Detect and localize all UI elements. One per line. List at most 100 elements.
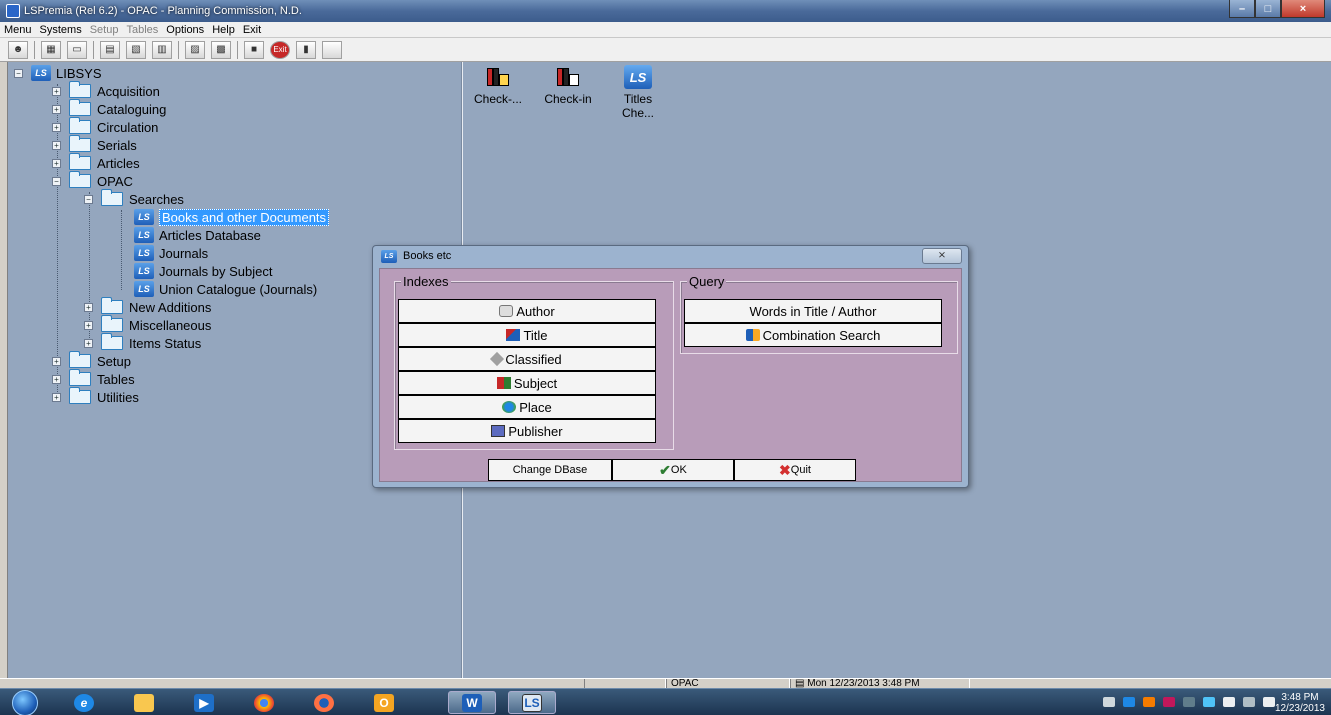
taskbar-clock[interactable]: 3:48 PM 12/23/2013 (1275, 692, 1325, 714)
ie-taskbar-button[interactable]: e (60, 691, 108, 714)
flag-icon[interactable] (1223, 697, 1235, 707)
network-icon[interactable] (1103, 697, 1115, 707)
expand-icon[interactable]: + (52, 104, 61, 114)
blank-icon[interactable] (322, 40, 342, 59)
tree-item-miscellaneous[interactable]: + Miscellaneous (84, 315, 212, 334)
expand-icon[interactable]: + (84, 338, 93, 348)
dialog-close-button[interactable]: ⨯ (922, 248, 962, 264)
start-button[interactable] (12, 690, 38, 715)
tree-item-serials[interactable]: + Serials (52, 135, 137, 154)
menu-item-help[interactable]: Help (212, 24, 235, 36)
expand-icon[interactable]: + (52, 374, 61, 384)
words-in-title-author-button[interactable]: Words in Title / Author (684, 299, 942, 323)
author-index-button[interactable]: Author (398, 299, 656, 323)
grid-icon[interactable]: ▦ (41, 40, 61, 59)
expand-icon[interactable]: + (84, 302, 93, 312)
expand-icon[interactable]: + (52, 356, 61, 366)
check-out-shortcut[interactable]: Check-... (466, 64, 530, 106)
folder-icon (69, 369, 91, 386)
tree-item-union-catalogue[interactable]: LS Union Catalogue (Journals) (134, 280, 317, 298)
tree-item-articles-database[interactable]: LS Articles Database (134, 226, 261, 244)
system-tray (1095, 697, 1275, 707)
quit-button[interactable]: ✖ Quit (734, 459, 856, 481)
tree-item-articles[interactable]: + Articles (52, 153, 140, 172)
arrange-icon[interactable]: ▩ (211, 40, 231, 59)
menu-item-tables[interactable]: Tables (126, 24, 158, 36)
subject-index-button[interactable]: Subject (398, 371, 656, 395)
ok-button[interactable]: ✔ OK (612, 459, 734, 481)
tree-item-journals[interactable]: LS Journals (134, 244, 208, 262)
place-index-button[interactable]: Place (398, 395, 656, 419)
expand-icon[interactable]: + (84, 320, 93, 330)
expand-icon[interactable]: + (52, 140, 61, 150)
expand-icon[interactable]: + (52, 158, 61, 168)
maximize-button[interactable]: □ (1255, 0, 1281, 18)
tree-line (121, 210, 122, 290)
outlook-taskbar-button[interactable]: O (360, 691, 408, 714)
tray-app-icon[interactable] (1143, 697, 1155, 707)
window-icon[interactable]: ▭ (67, 40, 87, 59)
check-out-icon (483, 64, 513, 90)
combination-icon (745, 329, 760, 341)
report-icon[interactable]: ▨ (185, 40, 205, 59)
media-taskbar-button[interactable]: ▶ (180, 691, 228, 714)
collapse-icon[interactable]: − (84, 194, 93, 204)
tree-item-acquisition[interactable]: + Acquisition (52, 81, 160, 100)
tile-icon[interactable]: ▤ (100, 40, 120, 59)
minimize-button[interactable]: – (1229, 0, 1255, 18)
publisher-index-button[interactable]: Publisher (398, 419, 656, 443)
firefox-taskbar-button[interactable] (300, 691, 348, 714)
folder-icon (69, 117, 91, 134)
tree-item-libsys[interactable]: − LS LIBSYS (14, 64, 102, 82)
word-taskbar-button[interactable]: W (448, 691, 496, 714)
change-dbase-button[interactable]: Change DBase (488, 459, 612, 481)
tray-app-icon[interactable] (1183, 697, 1195, 707)
expand-icon[interactable]: + (52, 122, 61, 132)
tree-label: Miscellaneous (129, 317, 212, 333)
expand-icon[interactable]: + (52, 86, 61, 96)
chrome-taskbar-button[interactable] (240, 691, 288, 714)
libsys-taskbar-button[interactable]: LS (508, 691, 556, 714)
tree-item-setup[interactable]: + Setup (52, 351, 131, 370)
title-index-button[interactable]: Title (398, 323, 656, 347)
titles-check-shortcut[interactable]: LS Titles Che... (606, 64, 670, 120)
menu-item-systems[interactable]: Systems (40, 24, 82, 36)
panel-icon[interactable]: ■ (244, 40, 264, 59)
tree-item-books-and-other-documents[interactable]: LS Books and other Documents (134, 208, 330, 226)
menu-item-menu[interactable]: Menu (4, 24, 32, 36)
tree-item-tables[interactable]: + Tables (52, 369, 135, 388)
tray-app-icon[interactable] (1123, 697, 1135, 707)
tree-item-circulation[interactable]: + Circulation (52, 117, 158, 136)
tray-app-icon[interactable] (1203, 697, 1215, 707)
check-in-shortcut[interactable]: Check-in (536, 64, 600, 106)
users-icon[interactable]: ☻ (8, 40, 28, 59)
tree-item-utilities[interactable]: + Utilities (52, 387, 139, 406)
books-icon[interactable]: ▮ (296, 40, 316, 59)
ie-icon: e (74, 693, 94, 712)
collapse-icon[interactable]: − (52, 176, 61, 186)
cascade-icon[interactable]: ▧ (126, 40, 146, 59)
tree-item-journals-by-subject[interactable]: LS Journals by Subject (134, 262, 272, 280)
collapse-icon[interactable]: − (14, 68, 23, 78)
exit-icon[interactable]: Exit (270, 40, 290, 59)
tree-item-searches[interactable]: − Searches (84, 189, 184, 208)
close-window-button[interactable]: × (1281, 0, 1325, 18)
list-icon[interactable]: ▥ (152, 40, 172, 59)
tree-label: Setup (97, 353, 131, 369)
combination-search-button[interactable]: Combination Search (684, 323, 942, 347)
display-icon[interactable] (1243, 697, 1255, 707)
menu-item-setup[interactable]: Setup (90, 24, 119, 36)
menu-item-options[interactable]: Options (166, 24, 204, 36)
tree-item-cataloguing[interactable]: + Cataloguing (52, 99, 166, 118)
tree-item-opac[interactable]: − OPAC (52, 171, 133, 190)
toolbar-separator (178, 40, 179, 59)
expand-icon[interactable]: + (52, 392, 61, 402)
explorer-taskbar-button[interactable] (120, 691, 168, 714)
status-bar: OPAC ▤ Mon 12/23/2013 3:48 PM (0, 678, 1331, 689)
tree-item-new-additions[interactable]: + New Additions (84, 297, 211, 316)
tree-item-items-status[interactable]: + Items Status (84, 333, 201, 352)
classified-index-button[interactable]: Classified (398, 347, 656, 371)
tray-app-icon[interactable] (1163, 697, 1175, 707)
volume-icon[interactable] (1263, 697, 1275, 707)
menu-item-exit[interactable]: Exit (243, 24, 261, 36)
